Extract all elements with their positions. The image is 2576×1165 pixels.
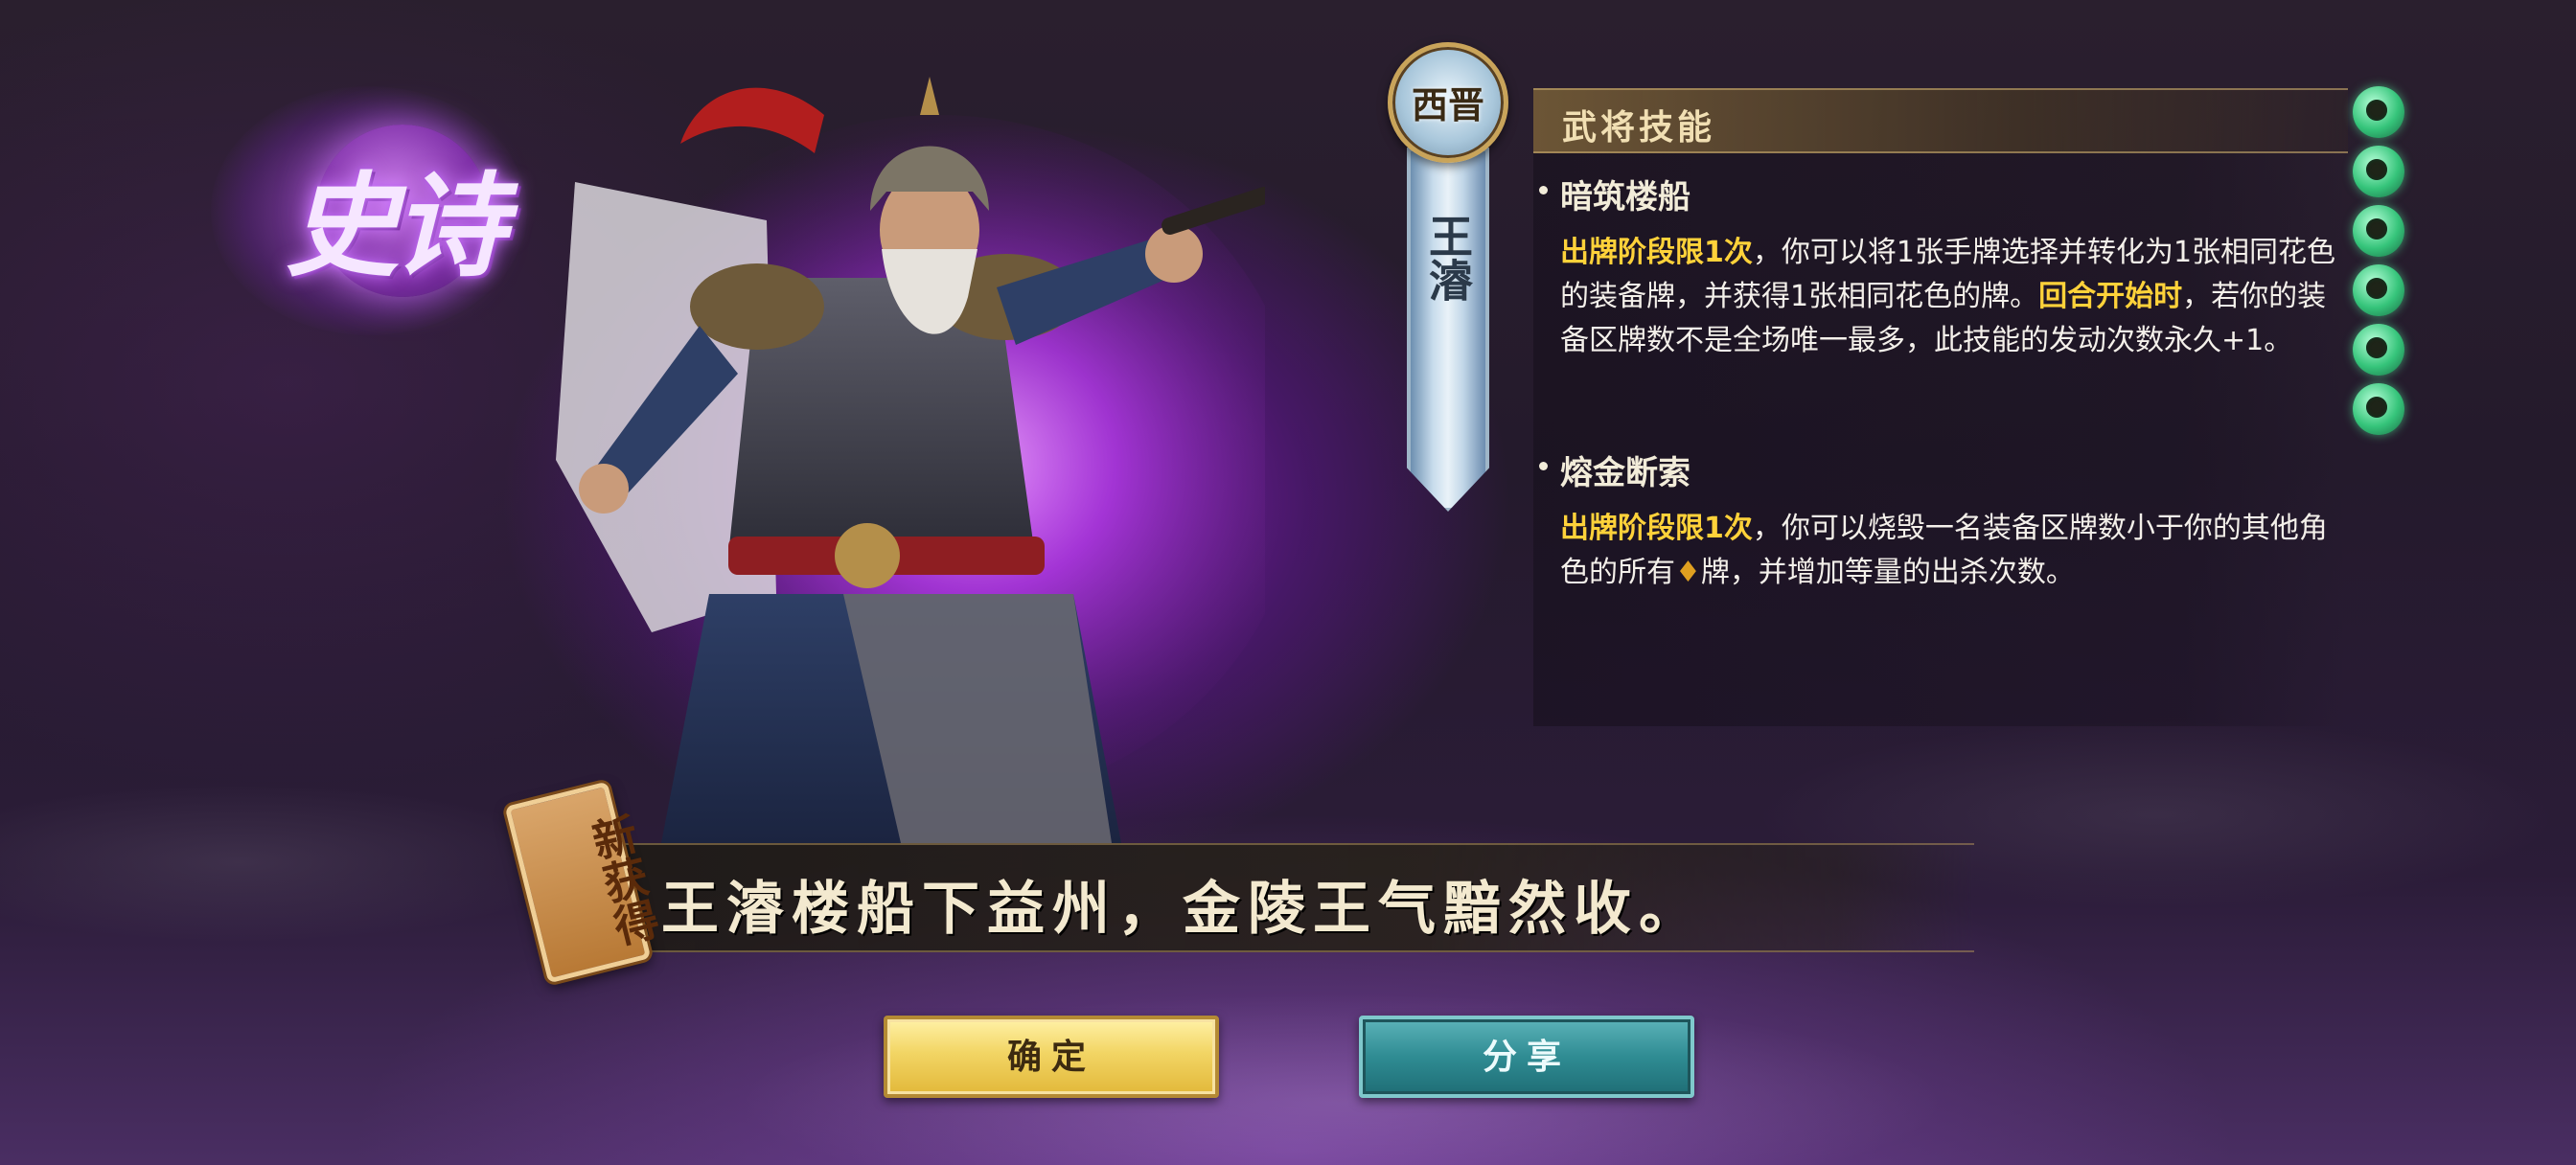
quote-text: 王濬楼船下益州，金陵王气黯然收。 [661,876,1704,943]
share-button[interactable]: 分享 [1359,1016,1694,1098]
skill-item: 熔金断索 出牌阶段限1次，你可以烧毁一名装备区牌数小于你的其他角色的所有♦牌，并… [1539,446,2344,595]
jade-ring-icon [2353,264,2404,316]
faction-emblem: 西晋 [1388,42,1508,163]
skill-description: 出牌阶段限1次，你可以将1张手牌选择并转化为1张相同花色的装备牌，并获得1张相同… [1539,231,2344,363]
hero-name: 王濬 [1407,186,1489,330]
jade-ring-icon [2353,86,2404,138]
diamond-suit-icon: ♦ [1675,556,1701,589]
skill-item: 暗筑楼船 出牌阶段限1次，你可以将1张手牌选择并转化为1张相同花色的装备牌，并获… [1539,171,2344,363]
quote-banner: 王濬楼船下益州，金陵王气黯然收。 [613,843,1974,952]
faction-banner: 西晋 王濬 [1388,42,1508,512]
faction-label: 西晋 [1411,83,1484,126]
skills-header: 武将技能 [1533,88,2348,153]
skills-header-label: 武将技能 [1562,107,1716,148]
jade-ring-icon [2353,146,2404,197]
rarity-badge: 史诗 [211,86,527,335]
skill-highlight: 回合开始时 [2038,280,2183,313]
jade-ring-column [2353,86,2406,443]
skill-highlight: 出牌阶段限1次 [1560,512,1753,545]
hero-portrait [556,77,1265,843]
skill-text: 牌，并增加等量的出杀次数。 [1700,556,2075,589]
hero-belt-buckle [835,523,900,588]
confirm-button[interactable]: 确定 [884,1016,1219,1098]
hero-left-hand [579,464,629,514]
jade-ring-icon [2353,383,2404,435]
hero-plume [680,87,824,153]
skill-highlight: 出牌阶段限1次 [1560,236,1753,269]
skill-description: 出牌阶段限1次，你可以烧毁一名装备区牌数小于你的其他角色的所有♦牌，并增加等量的… [1539,507,2344,595]
hero-left-shoulder [690,263,824,350]
rarity-label: 史诗 [285,159,506,292]
skill-name: 暗筑楼船 [1539,171,2344,217]
jade-ring-icon [2353,324,2404,376]
skill-name: 熔金断索 [1539,446,2344,493]
hero-helmet-crest [920,77,939,115]
jade-ring-icon [2353,205,2404,257]
new-acquired-tag: 新获得 [504,781,664,984]
hero-name-text: 王濬 [1422,214,1474,302]
